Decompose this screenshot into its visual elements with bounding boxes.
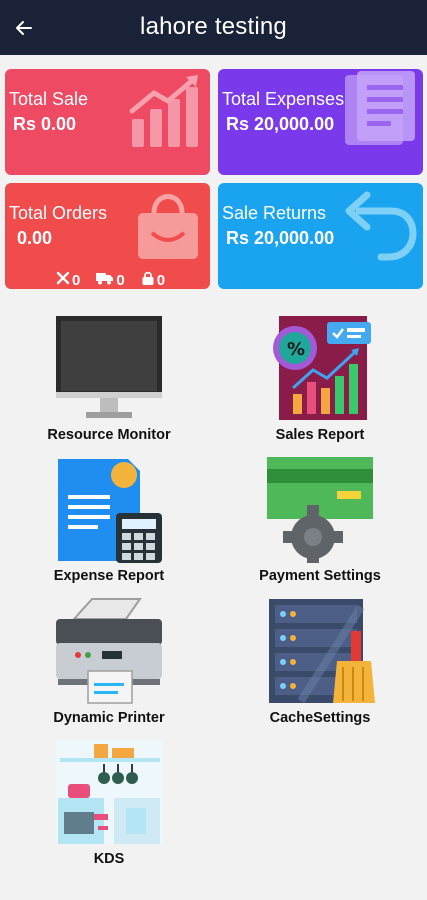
menu-item-label: Expense Report <box>53 568 165 584</box>
total-sale-label: Total Sale <box>9 89 89 109</box>
menu-item-label: Resource Monitor <box>47 427 171 443</box>
menu-item-sales-report[interactable]: % Sales Report <box>220 314 420 454</box>
menu-item-dynamic-printer[interactable]: Dynamic Printer <box>9 597 209 737</box>
total-expenses-value: Rs 20,000.00 <box>226 114 335 134</box>
menu-item-label: CacheSettings <box>269 710 371 726</box>
total-sale-value: Rs 0.00 <box>13 114 77 134</box>
trending-up-chart-icon <box>128 71 206 156</box>
lock-bag-icon <box>141 271 155 289</box>
delivery-count: 0 <box>116 271 125 289</box>
sale-returns-card[interactable]: Sale Returns Rs 20,000.00 <box>218 183 423 289</box>
total-expenses-card[interactable]: Total Expenses Rs 20,000.00 <box>218 69 423 175</box>
order-stats: 0 0 0 <box>56 271 165 289</box>
menu-item-label: Sales Report <box>275 427 365 443</box>
takeaway-count: 0 <box>156 271 166 289</box>
sales-report-icon: % <box>265 314 375 422</box>
menu-item-label: Dynamic Printer <box>53 710 165 726</box>
takeaway-orders-stat: 0 <box>141 271 165 289</box>
total-sale-card[interactable]: Total Sale Rs 0.00 <box>5 69 210 175</box>
payment-settings-icon <box>265 455 375 563</box>
return-arrow-icon <box>341 185 419 272</box>
app-bar: lahore testing <box>0 0 427 55</box>
cancelled-count: 0 <box>72 271 81 289</box>
total-expenses-label: Total Expenses <box>222 89 345 109</box>
cancel-x-icon <box>56 271 70 289</box>
printer-icon <box>54 597 164 705</box>
monitor-icon <box>54 314 164 422</box>
menu-item-label: KDS <box>93 851 125 867</box>
total-orders-value: 0.00 <box>17 228 53 248</box>
menu-item-resource-monitor[interactable]: Resource Monitor <box>9 314 209 454</box>
sale-returns-label: Sale Returns <box>222 203 327 223</box>
document-icon <box>343 71 419 156</box>
server-broom-icon <box>265 597 375 705</box>
menu-item-kds[interactable]: KDS <box>9 738 209 878</box>
total-orders-label: Total Orders <box>9 203 108 223</box>
truck-icon <box>96 271 114 289</box>
menu-item-cache-settings[interactable]: CacheSettings <box>220 597 420 737</box>
menu-item-label: Payment Settings <box>259 568 381 584</box>
expense-report-icon <box>54 455 164 563</box>
menu-item-payment-settings[interactable]: Payment Settings <box>220 455 420 595</box>
kitchen-icon <box>54 738 164 846</box>
delivery-orders-stat: 0 <box>96 271 125 289</box>
shopping-bag-icon <box>130 185 206 270</box>
sale-returns-value: Rs 20,000.00 <box>226 228 335 248</box>
page-title: lahore testing <box>140 13 287 40</box>
menu-item-expense-report[interactable]: Expense Report <box>9 455 209 595</box>
cancelled-orders-stat: 0 <box>56 271 80 289</box>
svg-text:%: % <box>287 339 305 360</box>
